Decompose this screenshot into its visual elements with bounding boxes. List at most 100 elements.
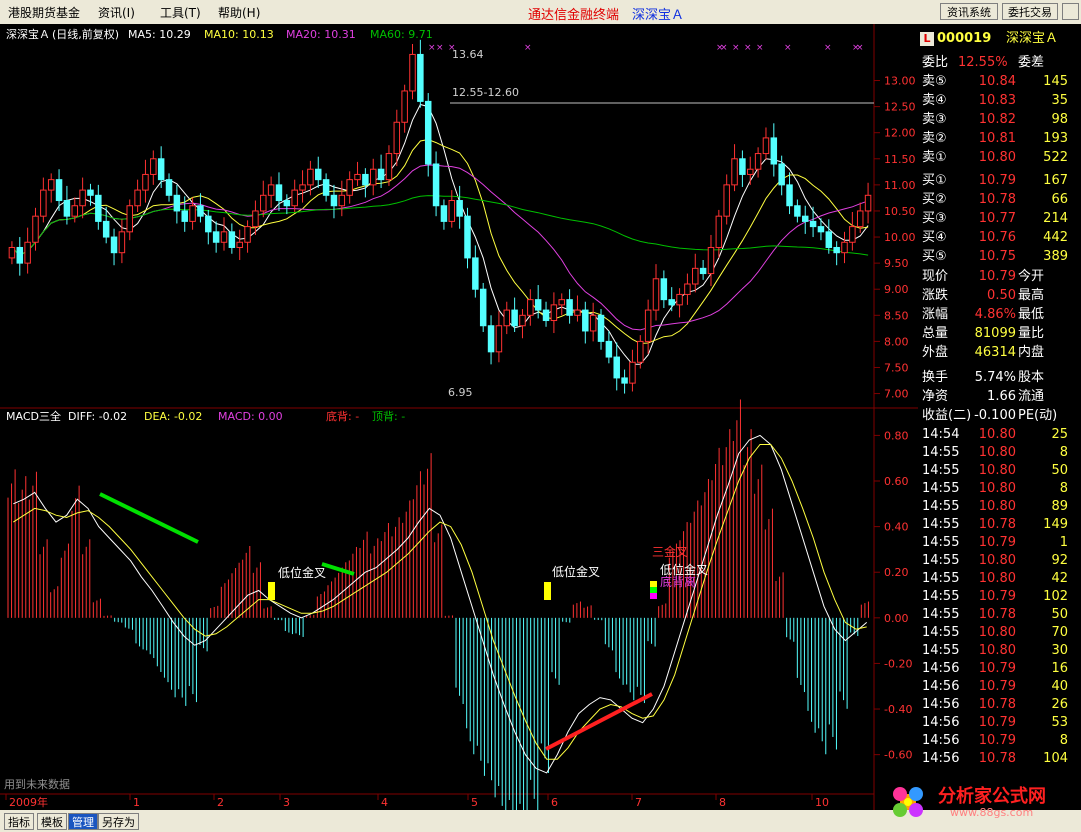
info-value: 81099: [974, 326, 1016, 341]
tick-row[interactable]: 14:55 10.78 149: [918, 516, 1081, 534]
menu-item-tools[interactable]: 工具(T): [160, 4, 201, 21]
tick-row[interactable]: 14:56 10.79 40: [918, 678, 1081, 696]
candle-body: [715, 215, 723, 248]
buy-row[interactable]: 买② 10.78 66: [918, 191, 1081, 209]
candle-body: [448, 200, 456, 222]
menu-item-help[interactable]: 帮助(H): [218, 4, 260, 21]
tab-template[interactable]: 模板: [37, 813, 67, 830]
tick-row[interactable]: 14:55 10.80 8: [918, 444, 1081, 462]
tick-price: 10.80: [978, 643, 1016, 658]
info-row[interactable]: 收益(二) -0.100 PE(动): [918, 407, 1081, 425]
tick-volume: 8: [1059, 445, 1068, 460]
info-value: 1.66: [987, 389, 1016, 404]
info-row[interactable]: 总量 81099 量比: [918, 325, 1081, 343]
candle-body: [71, 205, 79, 217]
tick-row[interactable]: 14:55 10.80 92: [918, 552, 1081, 570]
close-icon[interactable]: [1062, 3, 1079, 20]
tick-price: 10.78: [978, 607, 1016, 622]
info-value: 0.50: [987, 288, 1016, 303]
quote-title-row: L 000019 深深宝Ａ: [918, 30, 1081, 52]
tick-row[interactable]: 14:55 10.80 50: [918, 462, 1081, 480]
tick-row[interactable]: 14:55 10.80 8: [918, 480, 1081, 498]
candle-body: [692, 267, 699, 285]
info-row[interactable]: 涨幅 4.86% 最低: [918, 306, 1081, 324]
info-row[interactable]: 涨跌 0.50 最高: [918, 287, 1081, 305]
tick-row[interactable]: 14:56 10.78 26: [918, 696, 1081, 714]
candle-body: [55, 179, 63, 202]
candle-body: [102, 220, 110, 238]
sell-row[interactable]: 卖① 10.80 522: [918, 149, 1081, 167]
candle-body: [479, 288, 487, 327]
info-row[interactable]: 净资 1.66 流通: [918, 388, 1081, 406]
main-header-mode: (日线,前复权): [52, 27, 119, 41]
golden-cross-label-1: 低位金叉: [278, 565, 326, 580]
candle-body: [47, 179, 55, 191]
info-value: 10.79: [978, 269, 1016, 284]
info-row[interactable]: 换手 5.74% 股本: [918, 369, 1081, 387]
tick-row[interactable]: 14:55 10.78 50: [918, 606, 1081, 624]
tick-row[interactable]: 14:56 10.79 53: [918, 714, 1081, 732]
signal-x-marker: ×: [856, 43, 864, 53]
candle-body: [63, 200, 71, 217]
order-price: 10.81: [978, 130, 1016, 146]
info-row[interactable]: 现价 10.79 今开: [918, 268, 1081, 286]
tick-row[interactable]: 14:56 10.78 104: [918, 750, 1081, 768]
macd-y-tick-label: 0.20: [884, 566, 909, 579]
tick-price: 10.80: [978, 499, 1016, 514]
tick-row[interactable]: 14:55 10.80 42: [918, 570, 1081, 588]
tick-time: 14:56: [922, 697, 960, 712]
candle-body: [849, 226, 856, 243]
tick-row[interactable]: 14:55 10.79 1: [918, 534, 1081, 552]
tab-indicator[interactable]: 指标: [4, 813, 34, 830]
buy-row[interactable]: 买⑤ 10.75 389: [918, 248, 1081, 266]
tick-price: 10.78: [978, 751, 1016, 766]
tick-volume: 26: [1051, 697, 1068, 712]
tick-row[interactable]: 14:55 10.80 89: [918, 498, 1081, 516]
menu-item-news[interactable]: 资讯(I): [98, 4, 135, 21]
tick-row[interactable]: 14:55 10.80 30: [918, 642, 1081, 660]
tick-time: 14:55: [922, 607, 960, 622]
tick-row[interactable]: 14:56 10.79 16: [918, 660, 1081, 678]
candle-body: [134, 189, 141, 207]
sell-row[interactable]: 卖④ 10.83 35: [918, 92, 1081, 110]
signal-x-marker: ×: [720, 43, 728, 53]
sell-row[interactable]: 卖② 10.81 193: [918, 130, 1081, 148]
info-row[interactable]: 外盘 46314 内盘: [918, 344, 1081, 362]
candle-body: [723, 184, 730, 217]
candle-body: [354, 173, 361, 181]
candle-body: [754, 153, 762, 170]
buy-row[interactable]: 买④ 10.76 442: [918, 229, 1081, 247]
order-price: 10.76: [978, 230, 1016, 245]
trade-button[interactable]: 委托交易: [1002, 3, 1058, 20]
buy-row[interactable]: 买③ 10.77 214: [918, 210, 1081, 228]
candle-body: [621, 377, 628, 384]
candle-body: [542, 309, 550, 322]
diff-value: DIFF: -0.02: [68, 410, 127, 423]
buy-row[interactable]: 买① 10.79 167: [918, 172, 1081, 190]
tick-row[interactable]: 14:55 10.79 102: [918, 588, 1081, 606]
chart-area[interactable]: × × × × ×× × × × × × ×× 深深宝Ａ (日线,前复权) MA5: 10.29 M…: [0, 24, 918, 810]
order-volume: 145: [1043, 74, 1068, 89]
menu-item-funds[interactable]: 港股期货基金: [8, 4, 80, 21]
candle-body: [566, 299, 573, 316]
sell-row[interactable]: 卖⑤ 10.84 145: [918, 73, 1081, 91]
candle-body: [377, 168, 385, 181]
signal-x-marker: ×: [524, 43, 532, 53]
tick-price: 10.79: [978, 661, 1016, 676]
tab-save-as[interactable]: 另存为: [98, 813, 139, 830]
tick-row[interactable]: 14:55 10.80 70: [918, 624, 1081, 642]
tab-manage[interactable]: 管理: [68, 813, 98, 830]
sell-row[interactable]: 卖③ 10.82 98: [918, 111, 1081, 129]
tick-volume: 70: [1051, 625, 1068, 640]
tick-row[interactable]: 14:54 10.80 25: [918, 426, 1081, 444]
signal-x-marker: ×: [436, 43, 444, 53]
y-tick-label: 10.00: [884, 231, 916, 244]
info-label: 外盘: [922, 345, 949, 360]
news-system-button[interactable]: 资讯系统: [940, 3, 998, 20]
tick-time: 14:55: [922, 571, 960, 586]
candle-body: [197, 205, 204, 217]
ma20-value: MA20: 10.31: [286, 28, 356, 41]
candle-body: [747, 168, 754, 175]
tick-row[interactable]: 14:56 10.79 8: [918, 732, 1081, 750]
candle-body: [456, 200, 463, 217]
